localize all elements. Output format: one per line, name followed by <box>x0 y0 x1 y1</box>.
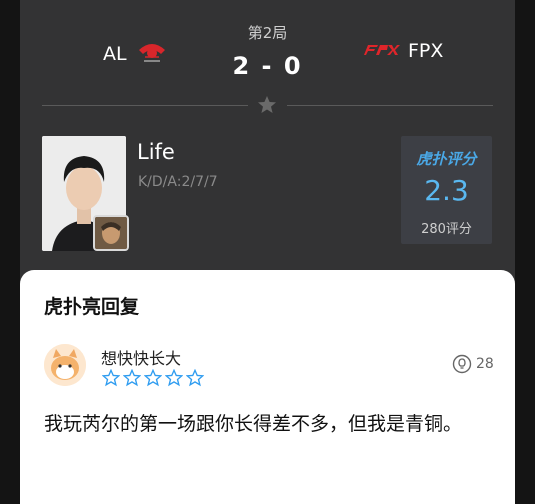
rating-score: 2.3 <box>424 174 469 207</box>
username[interactable]: 想快快长大 <box>101 345 181 369</box>
star-outline-icon <box>165 369 183 387</box>
reply-comment: 我玩芮尔的第一场跟你长得差不多，但我是青铜。 <box>44 413 463 435</box>
rating-box[interactable]: 虎扑评分 2.3 280评分 <box>401 136 492 244</box>
team-right[interactable]: FPX <box>362 40 443 62</box>
star-outline-icon <box>186 369 204 387</box>
team-right-name: FPX <box>408 40 444 62</box>
avatar[interactable] <box>44 344 86 386</box>
star-outline-icon <box>144 369 162 387</box>
star-icon <box>257 95 277 115</box>
round-label: 第2局 <box>247 24 288 42</box>
fpx-logo-icon <box>362 42 400 61</box>
divider-left <box>42 105 248 106</box>
star-outline-icon <box>123 369 141 387</box>
reply-heading: 虎扑亮回复 <box>44 296 140 318</box>
match-score: 2 - 0 <box>232 52 303 80</box>
like-count: 28 <box>476 356 494 372</box>
team-left-name: AL <box>103 43 127 65</box>
rating-count: 280评分 <box>421 222 472 237</box>
reply-card: 虎扑亮回复 想快快长大 28 我玩芮尔的第一场跟你长得差不多，但我是青铜。 <box>20 270 515 504</box>
rating-title: 虎扑评分 <box>416 150 477 168</box>
divider-right <box>287 105 493 106</box>
like-button[interactable]: 28 <box>452 354 494 374</box>
champion-icon <box>93 215 129 251</box>
lightbulb-icon <box>452 354 472 374</box>
player-name: Life <box>137 140 175 164</box>
al-logo-icon <box>135 40 169 68</box>
star-outline-icon <box>102 369 120 387</box>
team-left[interactable]: AL <box>103 40 169 68</box>
player-kda: K/D/A:2/7/7 <box>138 174 218 190</box>
star-rating <box>102 369 204 387</box>
